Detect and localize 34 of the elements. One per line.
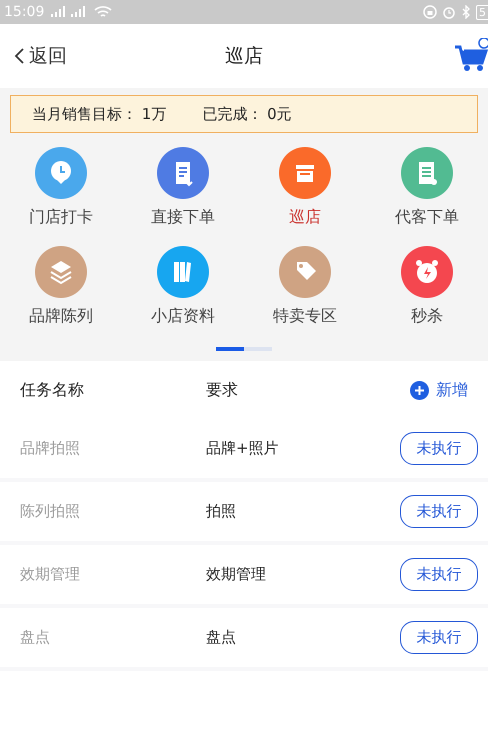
menu-item[interactable]: 小店资料 [122, 246, 244, 327]
sales-target: 当月销售目标： 1万 [32, 104, 166, 124]
page-title: 巡店 [225, 44, 263, 69]
bluetooth-icon [461, 5, 471, 19]
task-name: 陈列拍照 [20, 502, 81, 521]
status-button[interactable]: 未执行 [400, 558, 478, 591]
menu-item[interactable]: 代客下单 [366, 147, 488, 228]
menu-item[interactable]: 品牌陈列 [0, 246, 122, 327]
alarm-icon [442, 5, 456, 19]
task-name: 效期管理 [20, 565, 81, 584]
task-requirement: 拍照 [206, 502, 237, 521]
menu-item[interactable]: 门店打卡 [0, 147, 122, 228]
task-requirement: 品牌+照片 [206, 439, 280, 458]
column-header: 要求 [206, 380, 239, 400]
status-button[interactable]: 未执行 [400, 495, 478, 528]
status-button[interactable]: 未执行 [400, 432, 478, 465]
column-header: 任务名称 [20, 380, 85, 400]
add-button[interactable]: 新增 [410, 380, 478, 400]
task-name: 品牌拍照 [20, 439, 81, 458]
cart-icon[interactable] [454, 38, 488, 74]
task-requirement: 效期管理 [206, 565, 267, 584]
wifi-icon [94, 5, 112, 19]
task-name: 盘点 [20, 628, 51, 647]
menu-item[interactable]: 特卖专区 [244, 246, 366, 327]
menu-item[interactable]: 巡店 [244, 147, 366, 228]
menu-item[interactable]: 秒杀 [366, 246, 488, 327]
plus-icon [410, 380, 429, 400]
menu-item[interactable]: 直接下单 [122, 147, 244, 228]
back-button[interactable]: 返回 [14, 43, 67, 69]
lock-icon [423, 5, 437, 19]
task-requirement: 盘点 [206, 628, 237, 647]
chevron-left-icon [14, 47, 26, 65]
status-button[interactable]: 未执行 [400, 621, 478, 654]
sales-completed: 已完成： 0元 [202, 104, 292, 124]
